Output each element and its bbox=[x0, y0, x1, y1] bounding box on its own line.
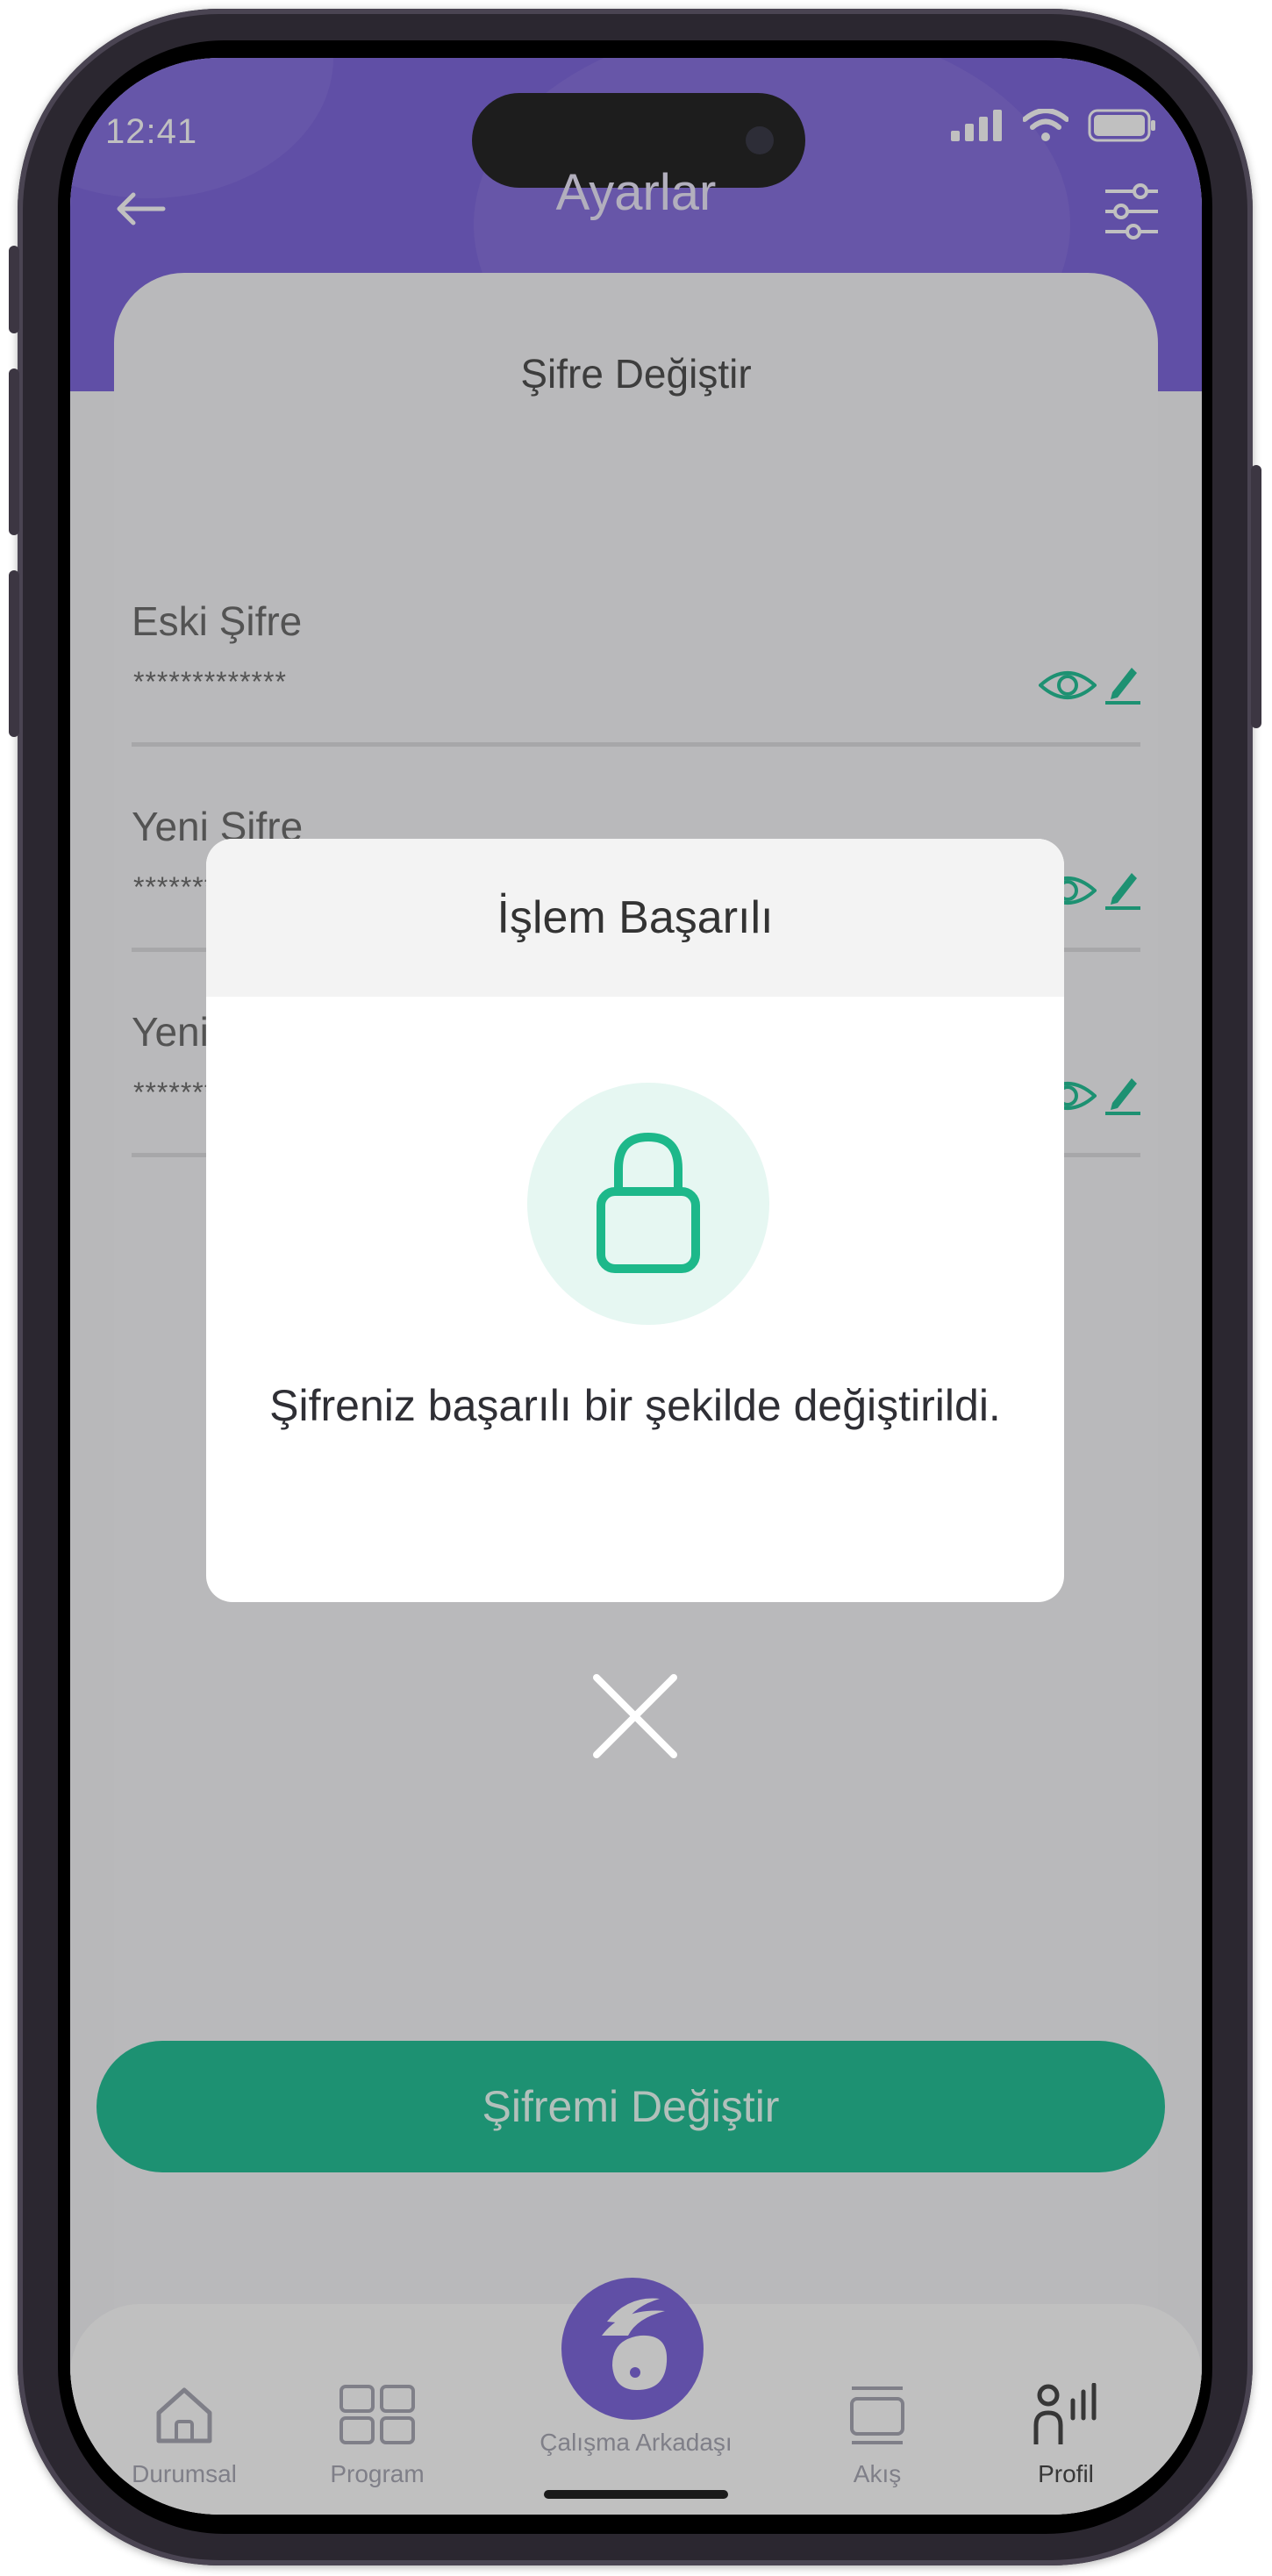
close-icon[interactable] bbox=[591, 1672, 679, 1760]
home-indicator bbox=[544, 2490, 728, 2499]
power-button bbox=[1251, 465, 1261, 728]
volume-down-button bbox=[9, 570, 19, 737]
silent-switch bbox=[9, 246, 19, 333]
lock-icon-circle bbox=[527, 1083, 769, 1325]
modal-title: İşlem Başarılı bbox=[206, 839, 1064, 997]
lock-icon bbox=[597, 1132, 700, 1273]
success-modal: İşlem Başarılı Şifreniz başarılı bir şek… bbox=[206, 839, 1064, 1602]
app-screen: 12:41 Ayarlar Şifre Değiştir Eski Şifre … bbox=[70, 58, 1202, 2515]
modal-message: Şifreniz başarılı bir şekilde değiştiril… bbox=[269, 1381, 1001, 1430]
volume-up-button bbox=[9, 369, 19, 535]
